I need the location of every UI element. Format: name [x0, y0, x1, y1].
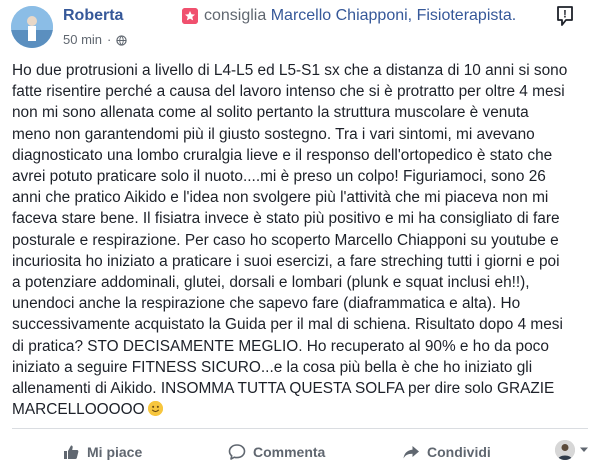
thumbs-up-icon — [62, 443, 80, 461]
actions-divider — [12, 428, 588, 429]
share-arrow-icon — [402, 443, 420, 461]
recommendation-line: consiglia Marcello Chiapponi, Fisioterap… — [204, 7, 516, 25]
post-meta: 50 min · — [63, 32, 128, 47]
profile-avatar — [555, 440, 575, 460]
post-body-text: Ho due protrusioni a livello di L4-L5 ed… — [12, 62, 568, 419]
globe-icon[interactable] — [116, 34, 128, 46]
author-name[interactable]: Roberta — [63, 7, 123, 25]
more-options-button[interactable]: ! — [553, 4, 577, 28]
like-label: Mi piace — [87, 444, 143, 460]
comment-bubble-icon — [228, 443, 246, 461]
share-label: Condividi — [427, 444, 491, 460]
post-body: Ho due protrusioni a livello di L4-L5 ed… — [12, 60, 598, 420]
recommends-label: consiglia — [204, 7, 267, 24]
comment-button[interactable]: Commenta — [228, 438, 325, 466]
recommended-page-link[interactable]: Marcello Chiapponi, Fisioterapista. — [271, 7, 516, 24]
post-header: Roberta consiglia Marcello Chiapponi, Fi… — [0, 0, 600, 56]
post-actions: Mi piace Commenta Condividi — [0, 432, 600, 470]
meta-separator: · — [107, 32, 112, 47]
more-options-label: ! — [563, 9, 567, 21]
author-avatar[interactable] — [11, 6, 53, 48]
post-time[interactable]: 50 min — [63, 32, 102, 47]
comment-label: Commenta — [253, 444, 326, 460]
smiley-emoji-icon — [147, 401, 163, 417]
recommend-star-icon — [182, 8, 198, 24]
chevron-down-icon — [579, 441, 589, 459]
like-button[interactable]: Mi piace — [62, 438, 142, 466]
share-button[interactable]: Condividi — [402, 438, 491, 466]
post-as-selector[interactable] — [555, 440, 589, 460]
